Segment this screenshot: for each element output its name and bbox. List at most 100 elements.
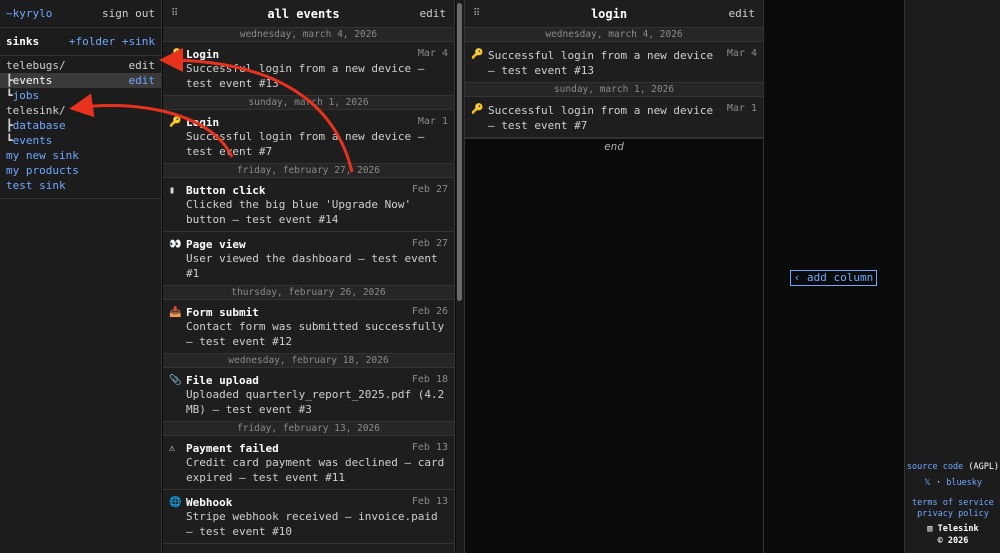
sinks-title: sinks (6, 35, 40, 48)
event-date: Feb 18 (411, 374, 448, 385)
sidebar-sink-item[interactable]: ┗events (0, 133, 161, 148)
event-item[interactable]: 🔑 Successful login from a new device — te… (465, 42, 763, 83)
sidebar-sink-item[interactable]: ┣database (0, 118, 161, 133)
tree-branch: ┗ (6, 134, 13, 147)
sidebar-sink-item[interactable]: test sink (0, 178, 161, 193)
tree-branch: ┗ (6, 89, 13, 102)
bluesky-link[interactable]: bluesky (946, 478, 982, 488)
sidebar-folder[interactable]: telesink/ (0, 103, 161, 118)
key-icon: 🔑 (471, 49, 484, 60)
tree-label: events (12, 134, 53, 147)
key-icon: 🔑 (471, 104, 484, 115)
day-separator: friday, february 13, 2026 (163, 422, 454, 436)
tree-label: my products (6, 164, 79, 177)
event-item[interactable]: 🔑 Login Mar 4 Successful login from a new d… (163, 42, 454, 96)
day-separator: sunday, march 1, 2026 (465, 83, 763, 97)
sidebar: ~kyrylo sign out sinks +folder +sink tel… (0, 0, 162, 553)
event-item[interactable]: 📎 File upload Feb 18 Uploaded quarterly_rep… (163, 368, 454, 422)
copyright: © 2026 (937, 536, 969, 546)
brand-name: Telesink (937, 524, 979, 534)
drag-handle-icon[interactable]: ⠿ (473, 8, 493, 19)
tree-label: my new sink (6, 149, 79, 162)
event-date: Feb 13 (411, 442, 448, 453)
sidebar-sink-item[interactable]: ┣events edit (0, 73, 161, 88)
mouse-icon: ▮ (169, 185, 176, 196)
inbox-icon: 📥 (169, 307, 182, 318)
event-description: Successful login from a new device — tes… (186, 62, 425, 90)
edit-button[interactable]: edit (129, 73, 156, 88)
globe-icon: 🌐 (169, 497, 182, 508)
event-date: Mar 4 (726, 48, 757, 59)
sign-out-link[interactable]: sign out (102, 7, 155, 20)
sidebar-divider (0, 198, 161, 199)
sidebar-sink-item[interactable]: ┗jobs (0, 88, 161, 103)
event-description: Stripe webhook received — invoice.paid —… (186, 510, 438, 538)
tree-label: test sink (6, 179, 66, 192)
event-item[interactable]: 🔑 Successful login from a new device — te… (465, 97, 763, 138)
event-title: Login (186, 48, 220, 61)
event-description: Successful login from a new device — tes… (488, 49, 714, 77)
event-description: Clicked the big blue 'Upgrade Now' butto… (186, 198, 412, 226)
add-column-button[interactable]: ‹ add column (790, 270, 877, 286)
add-folder-button[interactable]: +folder (69, 35, 115, 48)
day-separator: wednesday, march 4, 2026 (465, 28, 763, 42)
event-title: File upload (186, 374, 259, 387)
day-separator: thursday, february 26, 2026 (163, 286, 454, 300)
end-marker: end (465, 138, 763, 153)
tree-label: events (12, 74, 53, 87)
paperclip-icon: 📎 (169, 375, 182, 386)
event-title: Payment failed (186, 442, 279, 455)
tree-label: telesink/ (6, 104, 66, 117)
day-separator: sunday, march 1, 2026 (163, 96, 454, 110)
source-code-link[interactable]: source code (907, 462, 963, 472)
scrollbar-thumb[interactable] (457, 3, 462, 301)
sidebar-folder[interactable]: telebugs/edit (0, 58, 161, 73)
drag-handle-icon[interactable]: ⠿ (171, 8, 191, 19)
event-item[interactable]: 🔑 Login Mar 1 Successful login from a new d… (163, 110, 454, 164)
footer: source code (AGPL) 𝕏 · bluesky terms of … (904, 0, 1000, 553)
day-separator: friday, february 27, 2026 (163, 164, 454, 178)
column-all-events: ⠿ all events edit wednesday, march 4, 20… (163, 0, 455, 553)
event-date: Feb 13 (411, 496, 448, 507)
sidebar-sink-item[interactable]: my products (0, 163, 161, 178)
privacy-link[interactable]: privacy policy (917, 509, 989, 519)
event-item[interactable]: 👀 Page view Feb 27 User viewed the dashboar… (163, 232, 454, 286)
tree-label: jobs (12, 89, 40, 102)
scrollbar[interactable] (456, 0, 464, 553)
event-title: Button click (186, 184, 266, 197)
column-edit-button[interactable]: edit (725, 7, 756, 20)
tree-label: telebugs/ (6, 59, 66, 72)
x-link[interactable]: 𝕏 (924, 478, 931, 488)
event-description: Successful login from a new device — tes… (186, 130, 425, 158)
event-title: Page view (186, 238, 246, 251)
column-header: ⠿ all events edit (163, 0, 454, 28)
column-edit-button[interactable]: edit (416, 7, 447, 20)
event-date: Mar 4 (417, 48, 448, 59)
eyes-icon: 👀 (169, 239, 182, 250)
event-item[interactable]: ⚠ Payment failed Feb 13 Credit card payment… (163, 436, 454, 490)
event-item[interactable]: 🌐 Webhook Feb 13 Stripe webhook received — … (163, 490, 454, 544)
event-description: Credit card payment was declined — card … (186, 456, 445, 484)
day-separator: wednesday, march 4, 2026 (163, 28, 454, 42)
sink-tree: telebugs/edit ┣events edit ┗jobs telesink/┣d… (0, 58, 161, 193)
event-list: wednesday, march 4, 2026 🔑 Login Mar 4 Succe… (163, 28, 454, 544)
user-link[interactable]: ~kyrylo (6, 7, 52, 20)
warning-icon: ⚠ (169, 443, 176, 454)
event-title: Webhook (186, 496, 233, 509)
event-list: wednesday, march 4, 2026 🔑 Successful logi… (465, 28, 763, 138)
add-sink-button[interactable]: +sink (122, 35, 155, 48)
event-description: Successful login from a new device — tes… (488, 104, 714, 132)
event-date: Feb 26 (411, 306, 448, 317)
event-item[interactable]: ▮ Button click Feb 27 Clicked the big blue … (163, 178, 454, 232)
event-date: Mar 1 (726, 103, 757, 114)
column-title: all events (267, 6, 340, 21)
edit-button[interactable]: edit (129, 58, 156, 73)
sidebar-sink-item[interactable]: my new sink (0, 148, 161, 163)
event-item[interactable]: 📥 Form submit Feb 26 Contact form was submi… (163, 300, 454, 354)
tree-branch: ┣ (6, 119, 13, 132)
column-title: login (590, 6, 628, 21)
tree-label: database (12, 119, 66, 132)
event-date: Feb 27 (411, 184, 448, 195)
terms-link[interactable]: terms of service (912, 498, 994, 508)
telesink-logo-icon: ▥ (927, 524, 933, 534)
